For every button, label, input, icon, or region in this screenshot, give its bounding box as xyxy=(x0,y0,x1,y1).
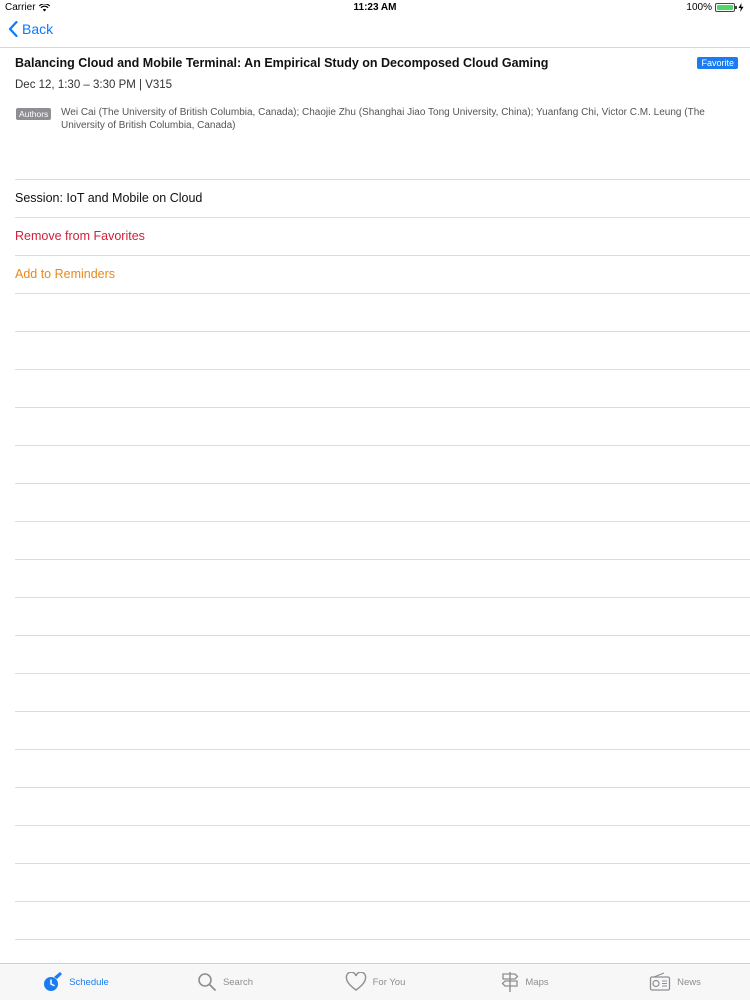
empty-row xyxy=(15,864,750,902)
tab-bar: Schedule Search For You Maps News xyxy=(0,963,750,1000)
battery-icon xyxy=(715,3,737,12)
tab-schedule[interactable]: Schedule xyxy=(0,964,150,1000)
tab-schedule-label: Schedule xyxy=(69,976,109,988)
battery-indicator: 100% xyxy=(686,2,744,13)
chevron-left-icon xyxy=(8,21,18,37)
talk-time-location: Dec 12, 1:30 – 3:30 PM | V315 xyxy=(15,79,173,91)
tab-maps-label: Maps xyxy=(525,976,549,988)
back-button[interactable]: Back xyxy=(8,21,53,37)
status-time: 11:23 AM xyxy=(353,2,397,13)
tab-search-label: Search xyxy=(222,976,254,988)
tab-news[interactable]: News xyxy=(600,964,750,1000)
battery-level xyxy=(717,5,733,10)
tab-search[interactable]: Search xyxy=(150,964,300,1000)
search-icon xyxy=(198,973,216,991)
empty-row xyxy=(15,674,750,712)
remove-favorites-button[interactable]: Remove from Favorites xyxy=(15,218,750,256)
status-bar: Carrier 11:23 AM 100% xyxy=(0,0,750,16)
empty-row xyxy=(15,598,750,636)
back-label: Back xyxy=(22,21,54,37)
radio-icon xyxy=(649,972,671,991)
battery-percent: 100% xyxy=(686,2,712,13)
empty-row xyxy=(15,788,750,826)
empty-row xyxy=(15,408,750,446)
charging-icon xyxy=(738,3,744,12)
favorite-badge: Favorite xyxy=(697,57,738,69)
talk-title: Balancing Cloud and Mobile Terminal: An … xyxy=(15,56,549,70)
empty-row xyxy=(15,826,750,864)
empty-row xyxy=(15,370,750,408)
heart-icon xyxy=(345,972,366,991)
detail-list: Session: IoT and Mobile on Cloud Remove … xyxy=(15,179,750,940)
authors-list: Wei Cai (The University of British Colum… xyxy=(61,107,705,131)
tab-maps[interactable]: Maps xyxy=(450,964,600,1000)
navigation-bar: Back xyxy=(0,16,750,48)
add-reminders-button[interactable]: Add to Reminders xyxy=(15,256,750,294)
signpost-icon xyxy=(501,972,519,992)
empty-row xyxy=(15,902,750,940)
empty-row xyxy=(15,484,750,522)
empty-row xyxy=(15,636,750,674)
tab-for-you[interactable]: For You xyxy=(300,964,450,1000)
empty-row xyxy=(15,560,750,598)
authors-tag: Authors xyxy=(16,108,52,120)
empty-row xyxy=(15,332,750,370)
schedule-icon xyxy=(44,972,63,991)
tab-news-label: News xyxy=(677,976,701,988)
empty-row xyxy=(15,712,750,750)
session-row[interactable]: Session: IoT and Mobile on Cloud xyxy=(15,180,750,218)
empty-row xyxy=(15,750,750,788)
empty-row xyxy=(15,294,750,332)
empty-row xyxy=(15,522,750,560)
empty-row xyxy=(15,446,750,484)
tab-for-you-label: For You xyxy=(372,976,406,988)
